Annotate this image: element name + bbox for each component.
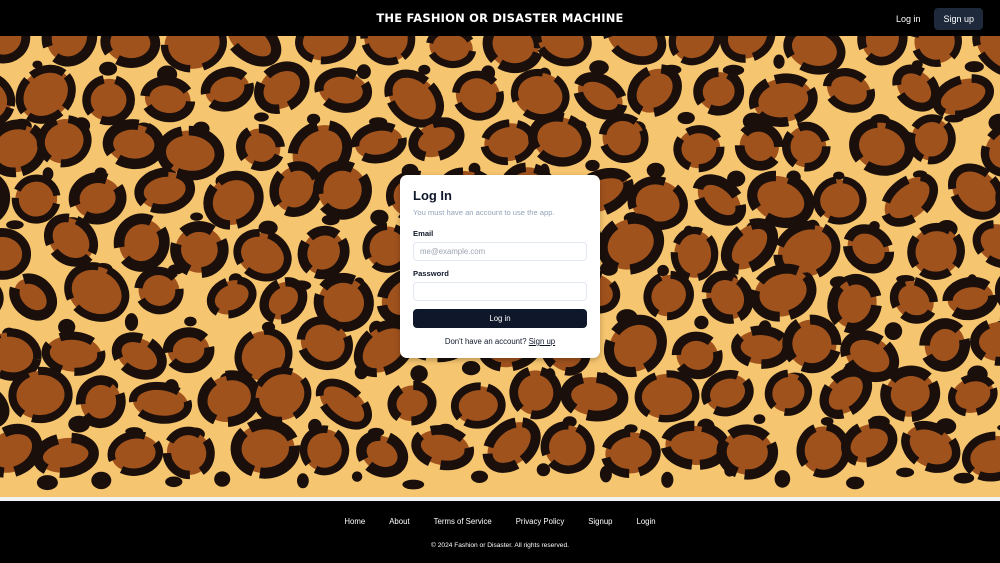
copyright-text: © 2024 Fashion or Disaster. All rights r… <box>431 542 569 549</box>
leopard-blot <box>370 209 389 226</box>
leopard-blot <box>774 470 791 488</box>
password-input[interactable] <box>413 282 587 301</box>
leopard-blot <box>402 479 425 490</box>
signup-prompt-text: Don't have an account? <box>444 337 527 346</box>
leopard-blot <box>694 315 709 330</box>
leopard-blot <box>461 361 481 376</box>
leopard-blot <box>214 471 231 487</box>
nav-actions: Log in Sign up <box>890 8 983 30</box>
footer-link-privacy[interactable]: Privacy Policy <box>516 517 565 526</box>
leopard-blot <box>351 471 363 482</box>
leopard-spot <box>162 327 215 374</box>
leopard-spot <box>748 73 818 127</box>
leopard-blot <box>953 472 975 484</box>
footer-link-signup[interactable]: Signup <box>588 517 612 526</box>
email-input[interactable] <box>413 242 587 261</box>
leopard-blot <box>254 112 269 122</box>
leopard-blot <box>896 467 915 478</box>
leopard-spot <box>970 317 1000 366</box>
leopard-blot <box>184 316 197 327</box>
leopard-blot <box>99 61 118 76</box>
footer-link-about[interactable]: About <box>389 517 409 526</box>
leopard-blot <box>297 473 309 489</box>
leopard-blot <box>846 476 865 490</box>
leopard-spot <box>919 318 971 372</box>
nav-signup-button[interactable]: Sign up <box>934 8 983 30</box>
leopard-blot <box>536 463 551 477</box>
leopard-spot <box>0 228 32 280</box>
leopard-spot <box>387 380 437 426</box>
signup-link[interactable]: Sign up <box>529 337 555 346</box>
leopard-spot <box>880 365 941 423</box>
footer-link-home[interactable]: Home <box>344 517 365 526</box>
footer: Home About Terms of Service Privacy Poli… <box>0 501 1000 563</box>
leopard-blot <box>677 111 695 125</box>
leopard-blot <box>190 212 204 221</box>
leopard-blot <box>410 365 428 383</box>
login-card: Log In You must have an account to use t… <box>400 175 600 358</box>
leopard-spot <box>660 420 731 471</box>
leopard-spot <box>670 226 719 282</box>
leopard-blot <box>91 471 112 490</box>
footer-links: Home About Terms of Service Privacy Poli… <box>0 517 1000 526</box>
leopard-blot <box>773 54 785 69</box>
leopard-blot <box>964 61 984 73</box>
password-label: Password <box>413 269 449 278</box>
leopard-spot <box>600 427 661 478</box>
leopard-blot <box>258 220 278 236</box>
email-label: Email <box>413 229 434 238</box>
leopard-spot <box>634 370 700 423</box>
login-title: Log In <box>413 188 452 203</box>
leopard-blot <box>661 471 674 488</box>
login-submit-button[interactable]: Log in <box>413 309 587 328</box>
leopard-blot <box>471 470 488 483</box>
footer-link-terms[interactable]: Terms of Service <box>434 517 492 526</box>
footer-link-login[interactable]: Login <box>637 517 656 526</box>
leopard-blot <box>165 476 183 488</box>
leopard-blot <box>356 64 371 80</box>
leopard-blot <box>585 159 600 172</box>
leopard-blot <box>646 162 665 178</box>
top-navbar: THE FASHION OR DISASTER MACHINE Log in S… <box>0 0 1000 36</box>
leopard-blot <box>6 220 24 230</box>
leopard-spot <box>140 76 196 123</box>
leopard-blot <box>884 322 903 340</box>
login-subtitle: You must have an account to use the app. <box>413 208 555 217</box>
leopard-blot <box>124 313 139 331</box>
leopard-blot <box>753 414 766 424</box>
leopard-spot <box>32 432 99 478</box>
leopard-blot <box>36 475 58 491</box>
leopard-spot <box>8 366 73 424</box>
signup-prompt-line: Don't have an account? Sign up <box>413 337 587 346</box>
brand-title[interactable]: THE FASHION OR DISASTER MACHINE <box>376 11 623 25</box>
nav-login-link[interactable]: Log in <box>890 9 927 29</box>
